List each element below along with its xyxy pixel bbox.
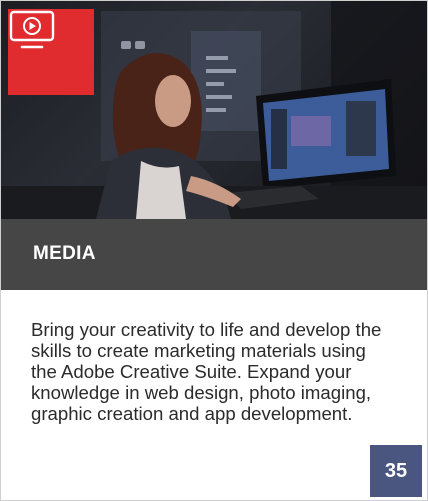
media-card: MEDIA Bring your creativity to life and … — [0, 0, 428, 501]
monitor-play-icon — [9, 10, 55, 49]
card-description: Bring your creativity to life and develo… — [31, 319, 382, 424]
page-number: 35 — [384, 459, 408, 482]
hero-photo — [1, 1, 427, 219]
page-number-badge: 35 — [370, 445, 422, 497]
category-badge — [8, 9, 94, 95]
card-title: MEDIA — [33, 243, 96, 264]
title-bar: MEDIA — [1, 219, 427, 290]
